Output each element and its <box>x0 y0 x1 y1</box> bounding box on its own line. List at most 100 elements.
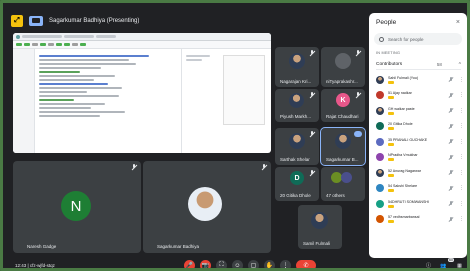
avatar <box>289 53 305 69</box>
more-icon[interactable]: ⋮ <box>459 201 464 207</box>
contributors-count: 58 <box>436 62 442 67</box>
more-icon[interactable]: ⋮ <box>459 108 464 114</box>
badge <box>388 158 394 162</box>
participant-list: Sahil Fulmali (You) ⋮ 51 Ajay nadkar ⋮ GH … <box>369 72 467 227</box>
info-icon[interactable]: ⓘ <box>424 261 433 268</box>
participant-tile[interactable]: Nagarajan Kri... <box>275 47 319 87</box>
list-item[interactable]: 54 Sakshi Shelare ⋮ <box>376 181 464 197</box>
participant-name: Sarthak Shelar <box>280 157 310 162</box>
section-label: IN MEETING <box>376 51 401 55</box>
participant-name: Rajat Chaudhari <box>326 114 359 119</box>
participant-tile[interactable]: K Rajat Chaudhari <box>321 89 365 122</box>
badge <box>388 127 394 131</box>
more-icon[interactable]: ⋮ <box>459 154 464 160</box>
participant-name: 35 PRANALI GUCHAKE <box>388 137 428 142</box>
avatar <box>376 153 384 162</box>
participant-tile[interactable]: Sarthak Shelar <box>275 128 319 165</box>
speaking-icon <box>354 131 362 137</box>
more-icon[interactable]: ⋮ <box>459 139 464 145</box>
contributors-label: Contributors <box>376 62 403 67</box>
participant-name: GH waikar paste <box>388 106 415 111</box>
badge <box>388 204 394 208</box>
participant-tile-large[interactable]: N Naresh Gadge <box>13 161 141 253</box>
list-item[interactable]: 54DHRUTI SOMWANSHI ⋮ <box>376 196 464 212</box>
avatar <box>376 106 384 115</box>
participant-name: 54DHRUTI SOMWANSHI <box>388 199 429 204</box>
participant-tile-large[interactable]: Sagarkumar Badhiya <box>143 161 271 253</box>
more-icon[interactable]: ⋮ <box>459 92 464 98</box>
avatar: N <box>61 191 91 221</box>
more-icon[interactable]: ⋮ <box>459 170 464 176</box>
people-panel: People × Search for people IN MEETING Co… <box>369 13 467 258</box>
activities-icon[interactable]: ▦ <box>455 261 464 269</box>
mic-off-icon <box>309 131 315 137</box>
search-placeholder: Search for people <box>388 36 424 42</box>
others-tile[interactable]: 47 others <box>321 167 365 201</box>
mic-off-icon <box>131 164 137 170</box>
list-item[interactable]: 20 Gitika Dhole ⋮ <box>376 119 464 135</box>
participant-tile[interactable]: Piyush Markh... <box>275 89 319 122</box>
participant-tile[interactable]: D 20 Gitika Dhole <box>275 167 319 201</box>
mic-off-icon <box>448 139 455 144</box>
participant-name: Sagarkumar B... <box>326 157 359 162</box>
list-item[interactable]: 57 vedhsmarbansal ⋮ <box>376 212 464 228</box>
participant-tile[interactable]: niTyaprakashr... <box>321 47 365 87</box>
avatar <box>376 137 384 146</box>
captions-button[interactable]: ⛶ <box>216 260 227 268</box>
mic-off-icon <box>355 92 361 98</box>
participant-tile[interactable]: Samil Fulmali <box>298 205 342 249</box>
avatar <box>335 53 351 69</box>
list-item[interactable]: 35 PRANALI GUCHAKE ⋮ <box>376 134 464 150</box>
mic-off-icon <box>448 77 455 82</box>
leave-call-button[interactable]: ✆ <box>296 260 316 268</box>
mic-off-icon <box>355 50 361 56</box>
present-button[interactable]: ▢ <box>248 260 259 268</box>
more-icon[interactable]: ⋮ <box>459 185 464 191</box>
meet-window: ⤢ Sagarkumar Badhiya (Presenting) Nagara… <box>0 0 470 271</box>
list-item[interactable]: GH waikar paste ⋮ <box>376 103 464 119</box>
shared-screen[interactable] <box>13 33 271 153</box>
camera-toggle-button[interactable]: 📷 <box>200 260 211 268</box>
list-item[interactable]: NPradha Vmukhar ⋮ <box>376 150 464 166</box>
participant-tile[interactable]: Sagarkumar B... <box>320 127 366 166</box>
close-icon[interactable]: × <box>456 19 460 26</box>
pip-icon[interactable]: ⤢ <box>11 15 23 27</box>
avatar <box>376 91 384 100</box>
emoji-button[interactable]: ☺ <box>232 260 243 268</box>
chevron-up-icon: ^ <box>458 61 461 68</box>
shared-content <box>13 49 271 153</box>
participant-name: Naresh Gadge <box>27 244 57 249</box>
avatar <box>335 133 351 149</box>
mic-off-icon <box>448 201 455 206</box>
presenter-bar: ⤢ Sagarkumar Badhiya (Presenting) <box>11 13 139 29</box>
contributors-header[interactable]: Contributors 58 ^ <box>376 60 461 70</box>
participant-name: 52 Anurag Nagarwar <box>388 168 421 173</box>
mic-off-icon <box>448 123 455 129</box>
participant-name: Piyush Markh... <box>280 114 312 119</box>
mic-off-icon <box>448 154 455 160</box>
others-count: 47 others <box>326 193 345 198</box>
badge <box>388 189 394 193</box>
avatar <box>376 184 384 193</box>
more-icon[interactable]: ⋮ <box>459 216 464 222</box>
badge <box>388 142 394 146</box>
avatar <box>341 172 352 183</box>
list-item[interactable]: Sahil Fulmali (You) ⋮ <box>376 72 464 88</box>
participant-name: 20 Gitika Dhole <box>388 122 413 127</box>
mic-toggle-button[interactable]: 🎤 <box>184 260 195 268</box>
people-icon[interactable]: 👥 <box>439 261 448 269</box>
mic-off-icon <box>309 50 315 56</box>
more-icon[interactable]: ⋮ <box>459 77 464 83</box>
control-bar: 12:43 | cfz-wjfd-stqz 🎤 📷 ⛶ ☺ ▢ ✋ ⋮ ✆ ⓘ … <box>3 258 467 269</box>
more-options-button[interactable]: ⋮ <box>280 260 291 268</box>
raise-hand-button[interactable]: ✋ <box>264 260 275 268</box>
mic-off-icon <box>448 185 455 191</box>
presenting-icon <box>29 16 43 26</box>
people-search-input[interactable]: Search for people <box>374 33 462 45</box>
list-item[interactable]: 52 Anurag Nagarwar ⋮ <box>376 165 464 181</box>
list-item[interactable]: 51 Ajay nadkar ⋮ <box>376 88 464 104</box>
participant-name: 54 Sakshi Shelare <box>388 184 418 189</box>
more-icon[interactable]: ⋮ <box>459 123 464 129</box>
badge <box>388 173 394 177</box>
mic-off-icon <box>309 170 315 176</box>
